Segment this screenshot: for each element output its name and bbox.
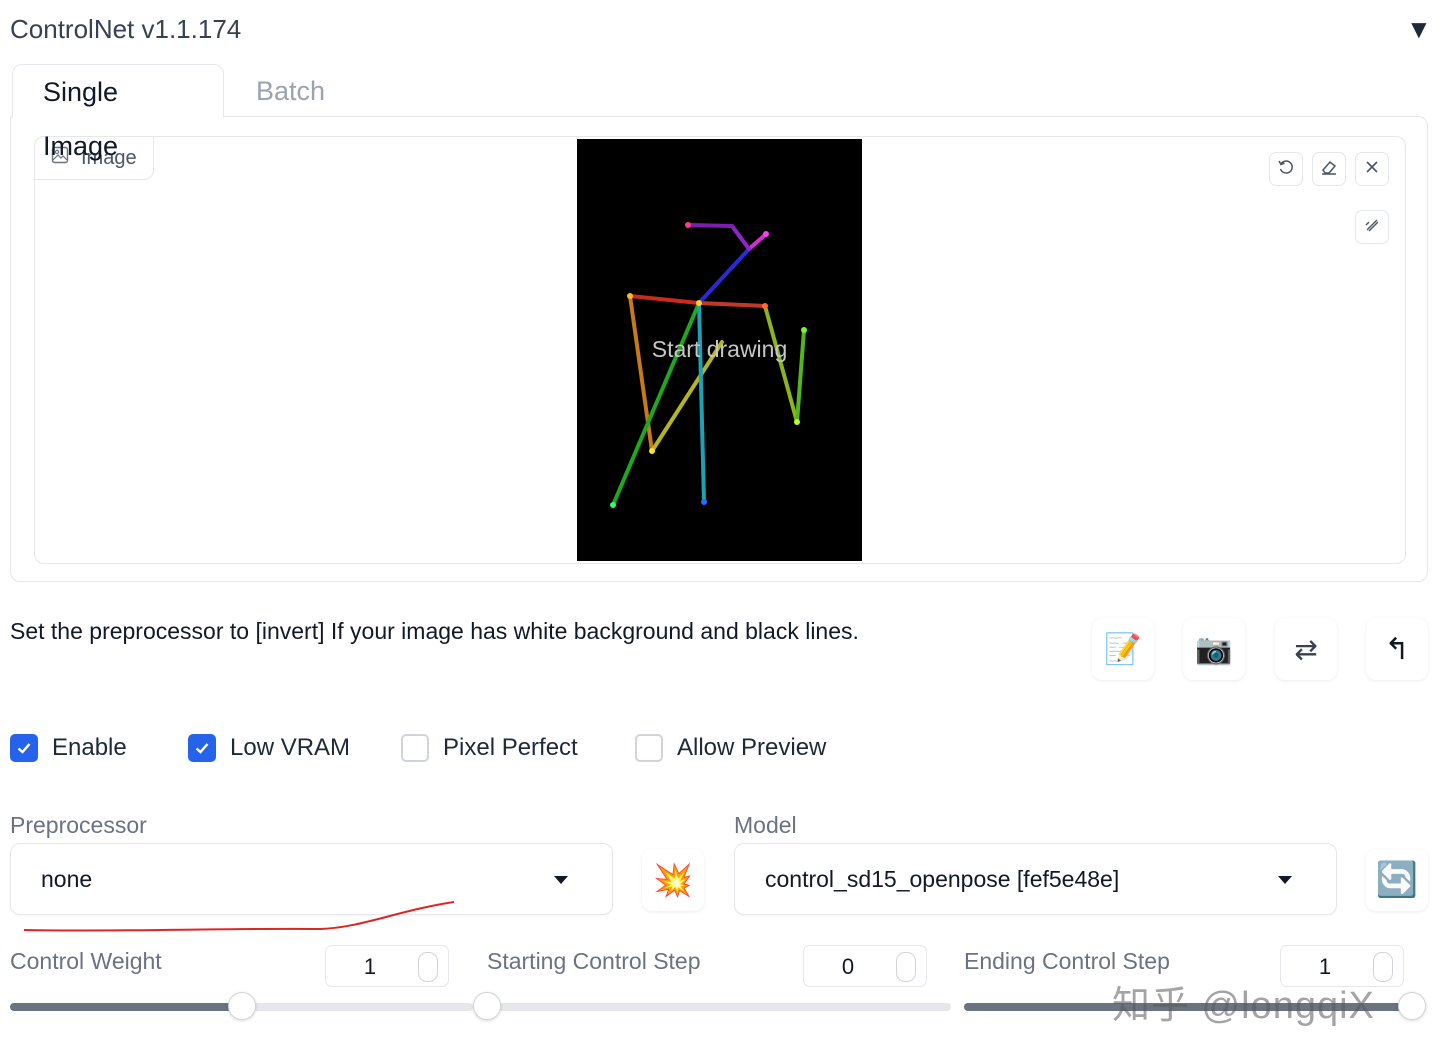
undo-button[interactable]	[1269, 152, 1303, 186]
starting-control-step-label: Starting Control Step	[487, 948, 701, 974]
starting-control-step-thumb[interactable]	[473, 992, 501, 1020]
ending-control-step-thumb[interactable]	[1398, 992, 1426, 1020]
stepper-icon[interactable]	[1373, 952, 1393, 982]
chevron-down-icon	[1278, 876, 1292, 884]
refresh-models-button[interactable]: 🔄	[1366, 849, 1428, 911]
enable-checkbox[interactable]	[10, 734, 38, 762]
enable-label[interactable]: Enable	[52, 734, 127, 762]
allow-preview-checkbox[interactable]	[635, 734, 663, 762]
canvas-overlay-text: Start drawing	[651, 336, 788, 362]
camera-icon: 📷	[1195, 632, 1233, 666]
checkmark-icon	[17, 743, 31, 754]
control-weight-fill	[10, 1003, 242, 1011]
preprocessor-label: Preprocessor	[10, 812, 147, 838]
stepper-icon[interactable]	[896, 952, 916, 982]
brush-button[interactable]	[1355, 210, 1389, 244]
open-editor-button[interactable]: 📝	[1092, 618, 1154, 680]
starting-control-step-input[interactable]: 0	[803, 945, 927, 987]
allow-preview-label[interactable]: Allow Preview	[677, 734, 826, 762]
accordion-title[interactable]: ControlNet v1.1.174	[10, 14, 241, 45]
clear-button[interactable]	[1355, 152, 1389, 186]
eraser-icon	[1320, 158, 1338, 181]
run-preprocessor-button[interactable]: 💥	[642, 849, 704, 911]
send-dimensions-button[interactable]: ↰	[1366, 618, 1428, 680]
starting-control-step-track[interactable]	[487, 1003, 951, 1011]
close-icon	[1364, 159, 1380, 180]
model-label: Model	[734, 812, 797, 838]
pixel-perfect-checkbox[interactable]	[401, 734, 429, 762]
send-dimensions-icon: ↰	[1384, 632, 1410, 666]
control-weight-value: 1	[363, 954, 377, 979]
tab-batch[interactable]: Batch	[226, 64, 355, 118]
model-dropdown[interactable]: control_sd15_openpose [fef5e48e]	[734, 843, 1337, 915]
brush-icon	[1363, 216, 1381, 239]
mirror-button[interactable]: ⇄	[1275, 618, 1337, 680]
tab-single-image[interactable]: Single Image	[12, 64, 224, 161]
checkmark-icon	[195, 743, 209, 754]
preprocessor-value: none	[41, 865, 93, 892]
webcam-button[interactable]: 📷	[1183, 618, 1245, 680]
red-annotation-underline	[23, 901, 455, 932]
stepper-icon[interactable]	[418, 952, 438, 982]
chevron-down-icon	[554, 876, 568, 884]
undo-icon	[1277, 158, 1295, 181]
swap-icon: ⇄	[1294, 633, 1318, 665]
model-value: control_sd15_openpose [fef5e48e]	[765, 865, 1120, 892]
low-vram-checkbox[interactable]	[188, 734, 216, 762]
control-weight-thumb[interactable]	[228, 992, 256, 1020]
invert-hint-text: Set the preprocessor to [invert] If your…	[10, 618, 859, 644]
low-vram-label[interactable]: Low VRAM	[230, 734, 350, 762]
refresh-icon: 🔄	[1375, 861, 1419, 899]
eraser-button[interactable]	[1312, 152, 1346, 186]
starting-control-step-value: 0	[841, 954, 855, 979]
collapse-toggle-icon[interactable]: ▼	[1406, 14, 1432, 45]
control-weight-label: Control Weight	[10, 948, 162, 974]
watermark-text: 知乎 @longqiX	[1112, 985, 1375, 1027]
explosion-icon: 💥	[653, 862, 693, 898]
memo-icon: 📝	[1104, 632, 1142, 666]
control-weight-input[interactable]: 1	[325, 945, 449, 987]
pixel-perfect-label[interactable]: Pixel Perfect	[443, 734, 578, 762]
ending-control-step-label: Ending Control Step	[964, 948, 1170, 974]
